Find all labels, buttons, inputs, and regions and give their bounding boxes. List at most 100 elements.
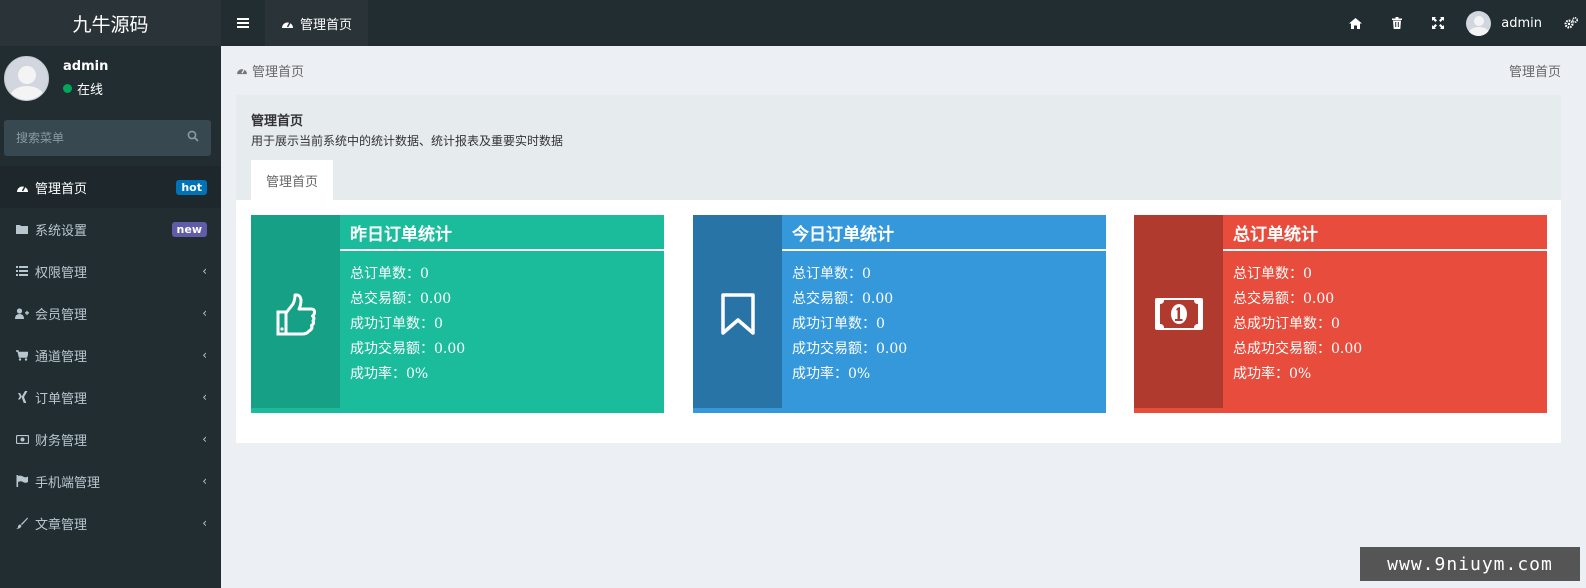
logo[interactable]: 九牛源码: [0, 0, 221, 46]
card-bottom-bar: [251, 408, 664, 413]
dashboard-icon: [237, 68, 247, 75]
sidebar-item-label: 系统设置: [35, 223, 88, 239]
sidebar-item-finance[interactable]: 财务管理 ‹: [0, 418, 221, 460]
stat-success-rate: 成功率：0%: [350, 366, 429, 382]
chevron-left-icon: ‹: [202, 432, 207, 446]
watermark: www.9niuym.com: [1360, 547, 1580, 581]
card-bottom-bar: [1134, 408, 1547, 413]
money-bill-icon: [1154, 298, 1203, 330]
sidebar-toggle-button[interactable]: [221, 0, 265, 46]
card-bottom-bar: [693, 408, 1106, 413]
main-content: 管理首页 管理首页 管理首页 用于展示当前系统中的统计数据、统计报表及重要实时数…: [221, 46, 1586, 588]
clear-cache-button[interactable]: [1376, 0, 1417, 46]
dashboard-box: 管理首页 用于展示当前系统中的统计数据、统计报表及重要实时数据 管理首页 昨日订…: [236, 95, 1561, 443]
card-title: 昨日订单统计: [340, 215, 664, 251]
sidebar-item-members[interactable]: 会员管理 ‹: [0, 292, 221, 334]
home-icon: [1349, 17, 1363, 29]
breadcrumb-label[interactable]: 管理首页: [252, 61, 304, 80]
online-dot-icon: [63, 83, 72, 93]
chevron-left-icon: ‹: [202, 306, 207, 320]
navbar-right: admin: [1335, 0, 1586, 46]
stat-success-rate: 成功率：0%: [792, 366, 871, 382]
tab-dashboard-home[interactable]: 管理首页: [251, 160, 333, 200]
tab-label: 管理首页: [300, 17, 353, 33]
sidebar-item-label: 管理首页: [35, 181, 88, 197]
sidebar-item-dashboard[interactable]: 管理首页 hot: [0, 166, 221, 208]
chevron-left-icon: ‹: [202, 348, 207, 362]
sidebar-item-label: 通道管理: [35, 349, 88, 365]
stat-success-amount: 成功交易额：0.00: [350, 341, 466, 357]
stat-total-amount: 总交易额：0.00: [792, 291, 894, 307]
brush-icon: [15, 516, 29, 530]
search-input[interactable]: [16, 131, 166, 145]
avatar: [4, 55, 49, 101]
content-header: 管理首页 管理首页: [221, 46, 1586, 94]
sidebar-item-system-settings[interactable]: 系统设置 new: [0, 208, 221, 250]
sidebar-item-orders[interactable]: 订单管理 ‹: [0, 376, 221, 418]
stat-card-total: 总订单统计 总订单数：0 总交易额：0.00 总成功订单数：0 总成功交易额：0…: [1134, 215, 1547, 413]
card-body: 今日订单统计 总订单数：0 总交易额：0.00 成功订单数：0 成功交易额：0.…: [782, 215, 1106, 413]
chevron-left-icon: ‹: [202, 264, 207, 278]
sidebar-item-label: 权限管理: [35, 265, 88, 281]
card-icon-panel: [251, 215, 340, 413]
box-header: 管理首页 用于展示当前系统中的统计数据、统计报表及重要实时数据 管理首页: [236, 95, 1561, 200]
breadcrumb-right[interactable]: 管理首页: [1509, 61, 1561, 80]
user-menu[interactable]: admin: [1458, 10, 1556, 36]
card-title: 总订单统计: [1223, 215, 1547, 251]
chevron-left-icon: ‹: [202, 390, 207, 404]
user-status-label: 在线: [77, 82, 104, 98]
chevron-left-icon: ‹: [202, 516, 207, 530]
trash-icon: [1391, 17, 1402, 29]
dashboard-icon: [15, 180, 29, 194]
sidebar-item-label: 文章管理: [35, 517, 88, 533]
card-icon-panel: [1134, 215, 1223, 413]
stat-success-orders: 总成功订单数：0: [1233, 316, 1340, 332]
sidebar-item-mobile[interactable]: 手机端管理 ‹: [0, 460, 221, 502]
list-icon: [15, 264, 29, 278]
stat-card-today: 今日订单统计 总订单数：0 总交易额：0.00 成功订单数：0 成功交易额：0.…: [693, 215, 1106, 413]
card-icon-panel: [693, 215, 782, 413]
sidebar-item-permissions[interactable]: 权限管理 ‹: [0, 250, 221, 292]
stat-success-amount: 成功交易额：0.00: [792, 341, 908, 357]
stat-success-rate: 成功率：0%: [1233, 366, 1312, 382]
sidebar-item-articles[interactable]: 文章管理 ‹: [0, 502, 221, 544]
sidebar-item-channels[interactable]: 通道管理 ‹: [0, 334, 221, 376]
user-panel: admin 在线: [0, 46, 221, 110]
sidebar-item-label: 手机端管理: [35, 475, 101, 491]
card-title: 今日订单统计: [782, 215, 1106, 251]
sidebar-item-label: 订单管理: [35, 391, 88, 407]
expand-icon: [1431, 17, 1444, 29]
stat-success-amount: 总成功交易额：0.00: [1233, 341, 1363, 357]
settings-button[interactable]: [1556, 0, 1586, 46]
cart-icon: [15, 348, 29, 362]
new-badge: new: [171, 221, 207, 237]
stat-total-orders: 总订单数：0: [792, 266, 871, 282]
sidebar: 九牛源码 admin 在线 管理首页 hot 系统设置: [0, 0, 221, 588]
stat-total-orders: 总订单数：0: [350, 266, 429, 282]
stat-card-yesterday: 昨日订单统计 总订单数：0 总交易额：0.00 成功订单数：0 成功交易额：0.…: [251, 215, 664, 413]
card-body: 昨日订单统计 总订单数：0 总交易额：0.00 成功订单数：0 成功交易额：0.…: [340, 215, 664, 413]
dashboard-icon: [282, 21, 293, 28]
top-navbar: 管理首页 admin: [221, 0, 1586, 46]
user-status: 在线: [63, 79, 108, 98]
box-description: 用于展示当前系统中的统计数据、统计报表及重要实时数据: [251, 134, 564, 148]
home-button[interactable]: [1335, 0, 1376, 46]
breadcrumb: 管理首页: [236, 61, 304, 80]
avatar: [1466, 10, 1492, 36]
user-menu-name: admin: [1501, 15, 1542, 31]
search-icon[interactable]: [187, 130, 199, 146]
sidebar-item-label: 财务管理: [35, 433, 88, 449]
user-plus-icon: [15, 306, 29, 320]
stat-total-amount: 总交易额：0.00: [1233, 291, 1335, 307]
card-body: 总订单统计 总订单数：0 总交易额：0.00 总成功订单数：0 总成功交易额：0…: [1223, 215, 1547, 413]
hot-badge: hot: [176, 179, 207, 195]
search-box: [4, 120, 211, 156]
chevron-left-icon: ‹: [202, 474, 207, 488]
flag-icon: [15, 474, 29, 488]
xing-icon: [15, 390, 29, 404]
thumbs-up-icon: [276, 293, 316, 336]
fullscreen-button[interactable]: [1417, 0, 1458, 46]
folder-icon: [15, 222, 29, 236]
bookmark-icon: [720, 293, 755, 335]
tab-dashboard[interactable]: 管理首页: [265, 0, 369, 46]
